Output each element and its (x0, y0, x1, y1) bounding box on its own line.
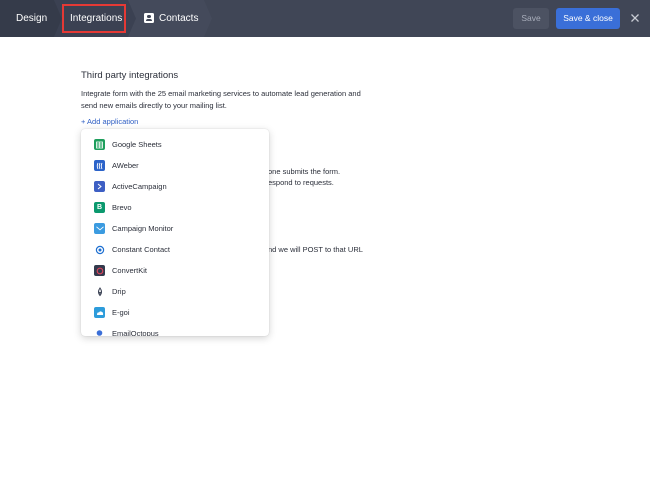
dropdown-item-label: Campaign Monitor (112, 224, 174, 233)
partial-text-line: espond to requests. (268, 178, 334, 187)
integrations-highlight-box (62, 4, 126, 33)
activecampaign-icon (94, 181, 105, 192)
dropdown-item-convertkit[interactable]: ConvertKit (81, 260, 269, 281)
dropdown-item-label: AWeber (112, 161, 139, 170)
dropdown-item-label: ActiveCampaign (112, 182, 167, 191)
close-icon[interactable] (628, 11, 642, 25)
dropdown-item-label: EmailOctopus (112, 329, 159, 336)
contacts-icon (144, 13, 154, 23)
dropdown-item-label: Brevo (112, 203, 132, 212)
emailoctopus-icon (94, 328, 105, 336)
section-heading: Third party integrations (81, 70, 179, 81)
dropdown-item-label: Google Sheets (112, 140, 162, 149)
dropdown-item-egoi[interactable]: E-goi (81, 302, 269, 323)
convertkit-icon (94, 265, 105, 276)
dropdown-item-aweber[interactable]: AWeber (81, 155, 269, 176)
top-bar: Design Integrations Contacts Save Save &… (0, 0, 650, 37)
aweber-icon (94, 160, 105, 171)
google-sheets-icon (94, 139, 105, 150)
save-and-close-button[interactable]: Save & close (556, 8, 620, 29)
dropdown-item-brevo[interactable]: B Brevo (81, 197, 269, 218)
add-application-link[interactable]: + Add application (81, 117, 138, 126)
save-button[interactable]: Save (513, 8, 549, 29)
dropdown-item-label: Drip (112, 287, 126, 296)
dropdown-item-activecampaign[interactable]: ActiveCampaign (81, 176, 269, 197)
tab-contacts[interactable]: Contacts (159, 0, 198, 37)
constant-contact-icon (94, 244, 105, 255)
dropdown-item-label: ConvertKit (112, 266, 148, 275)
tab-design[interactable]: Design (16, 0, 47, 37)
egoi-icon (94, 307, 105, 318)
application-dropdown: Google Sheets AWeber ActiveCampaign B Br… (81, 129, 269, 336)
section-description: Integrate form with the 25 email marketi… (81, 89, 361, 110)
dropdown-item-campaign-monitor[interactable]: Campaign Monitor (81, 218, 269, 239)
dropdown-item-constant-contact[interactable]: Constant Contact (81, 239, 269, 260)
dropdown-item-drip[interactable]: Drip (81, 281, 269, 302)
drip-icon (94, 286, 105, 297)
partial-text-line: one submits the form. (268, 167, 341, 176)
dropdown-item-label: Constant Contact (112, 245, 170, 254)
dropdown-item-emailoctopus[interactable]: EmailOctopus (81, 323, 269, 336)
brevo-icon: B (94, 202, 105, 213)
partial-text-line: nd we will POST to that URL (268, 245, 363, 254)
campaign-monitor-icon (94, 223, 105, 234)
dropdown-item-google-sheets[interactable]: Google Sheets (81, 134, 269, 155)
dropdown-item-label: E-goi (112, 308, 130, 317)
